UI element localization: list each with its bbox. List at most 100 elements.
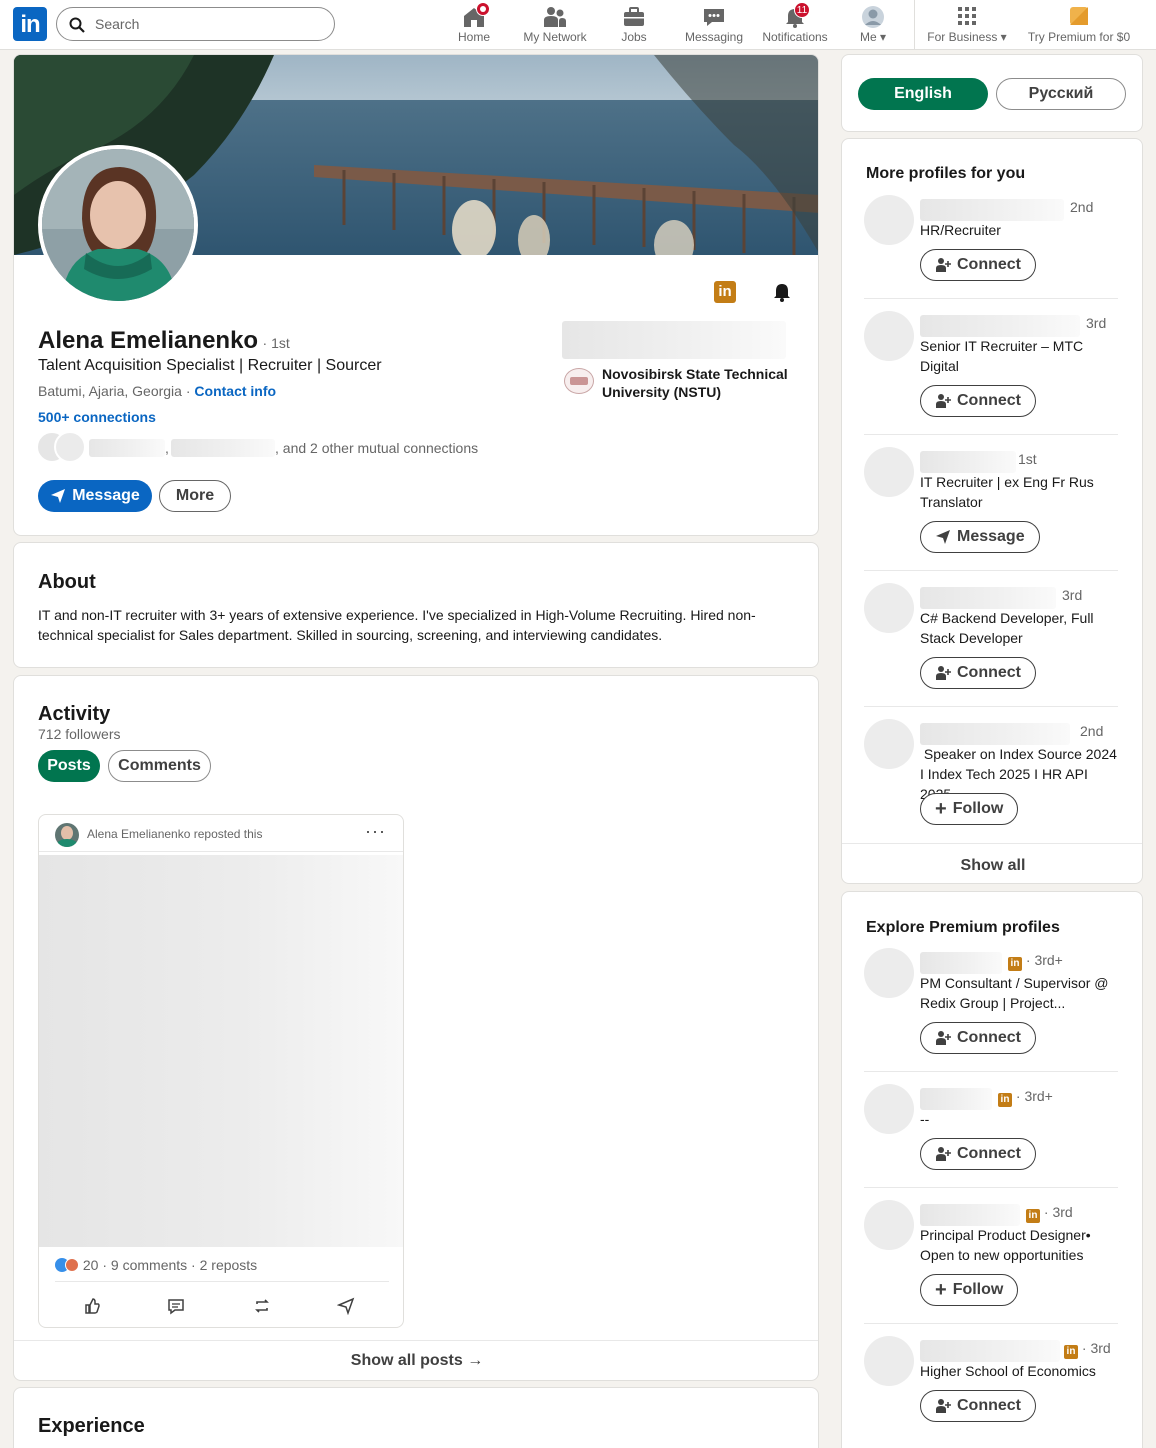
add-person-icon xyxy=(936,258,951,272)
tab-comments[interactable]: Comments xyxy=(108,750,211,782)
show-all-link[interactable]: Show all xyxy=(842,857,1142,875)
location-row: Batumi, Ajaria, Georgia · Contact info xyxy=(38,383,277,399)
notifications-badge: 11 xyxy=(794,2,810,18)
nav-label: For Business ▾ xyxy=(927,30,1007,44)
language-russian-button[interactable]: Русский xyxy=(996,78,1126,110)
premium-profile[interactable]: in · 3rd Principal Product Designer• Ope… xyxy=(864,1200,1118,1310)
profile-suggestion[interactable]: 3rd C# Backend Developer, Full Stack Dev… xyxy=(864,583,1118,693)
tab-posts-label: Posts xyxy=(47,757,91,774)
search-icon xyxy=(69,17,85,33)
add-person-icon xyxy=(936,1147,951,1161)
add-person-icon xyxy=(936,666,951,680)
nav-label: Messaging xyxy=(684,30,744,44)
nav-my-network[interactable]: My Network xyxy=(518,0,592,50)
connections-link[interactable]: 500+ connections xyxy=(38,409,156,425)
about-text: IT and non-IT recruiter with 3+ years of… xyxy=(38,607,756,643)
show-all-posts-link[interactable]: Show all posts → xyxy=(14,1352,818,1370)
caret-down-icon: ▾ xyxy=(1000,30,1007,44)
nav-label: Try Premium for $0 xyxy=(1027,30,1131,44)
nav-home[interactable]: Home xyxy=(448,0,500,50)
follow-button[interactable]: + Follow xyxy=(920,1274,1019,1306)
more-button[interactable]: More xyxy=(159,480,231,512)
message-button[interactable]: Message xyxy=(38,480,152,512)
redacted-name xyxy=(920,1340,1060,1362)
nav-me[interactable]: Me ▾ xyxy=(852,0,894,50)
top-nav: in Home My Network Jobs Messaging 11 Not… xyxy=(0,0,1156,50)
premium-profile[interactable]: in · 3rd Higher School of Economics Conn… xyxy=(864,1336,1118,1426)
search-input[interactable] xyxy=(95,14,325,34)
headline: HR/Recruiter xyxy=(920,222,1001,238)
connect-button[interactable]: Connect xyxy=(920,657,1036,689)
linkedin-logo[interactable]: in xyxy=(13,7,47,41)
degree: 2nd xyxy=(1080,723,1104,739)
profile-location: Batumi, Ajaria, Georgia xyxy=(38,383,182,399)
like-icon[interactable] xyxy=(83,1297,101,1315)
post-card[interactable]: Alena Emelianenko reposted this ··· 20 ·… xyxy=(38,814,404,1328)
connect-button[interactable]: Connect xyxy=(920,1390,1036,1422)
profile-photo xyxy=(42,149,194,301)
nav-label: Me ▾ xyxy=(859,30,887,44)
mutual-connections-text[interactable]: , and 2 other mutual connections xyxy=(275,440,478,456)
search-bar[interactable] xyxy=(56,7,335,41)
experience-title: Experience xyxy=(38,1415,145,1437)
connect-button[interactable]: Connect xyxy=(920,385,1036,417)
send-icon xyxy=(51,489,66,503)
nav-notifications[interactable]: 11 Notifications xyxy=(758,0,832,50)
nav-label: Notifications xyxy=(762,30,828,44)
button-label: Connect xyxy=(957,1029,1021,1046)
headline: Principal Product Designer• Open to new … xyxy=(920,1227,1091,1263)
profile-suggestion[interactable]: 1st IT Recruiter | ex Eng Fr Rus Transla… xyxy=(864,447,1118,557)
avatar xyxy=(864,311,914,361)
nav-messaging[interactable]: Messaging xyxy=(682,0,746,50)
headline: PM Consultant / Supervisor @ Redix Group… xyxy=(920,975,1109,1011)
premium-profile[interactable]: in · 3rd+ -- Connect xyxy=(864,1084,1118,1174)
nav-label: Jobs xyxy=(621,30,647,44)
bell-icon[interactable] xyxy=(771,281,793,303)
profile-suggestion[interactable]: 3rd Senior IT Recruiter – MTC Digital Co… xyxy=(864,311,1118,421)
activity-footer-divider xyxy=(14,1340,818,1341)
post-header-text: Alena Emelianenko reposted this xyxy=(87,827,263,841)
message-button[interactable]: Message xyxy=(920,521,1040,553)
redacted-name xyxy=(920,587,1056,609)
comment-icon[interactable] xyxy=(167,1297,185,1315)
contact-info-link[interactable]: Contact info xyxy=(194,383,276,399)
connect-button[interactable]: Connect xyxy=(920,1022,1036,1054)
send-icon xyxy=(936,530,950,544)
premium-profile[interactable]: in · 3rd+ PM Consultant / Supervisor @ R… xyxy=(864,948,1118,1058)
post-avatar xyxy=(55,823,79,847)
russian-label: Русский xyxy=(1028,85,1094,102)
premium-profiles-title: Explore Premium profiles xyxy=(866,919,1060,936)
post-actions-divider xyxy=(55,1281,389,1282)
profile-suggestion[interactable]: 2nd HR/Recruiter Connect xyxy=(864,195,1118,285)
follow-button[interactable]: + Follow xyxy=(920,793,1019,825)
arrow-right-icon: → xyxy=(467,1352,484,1369)
send-icon[interactable] xyxy=(337,1297,355,1315)
connect-button[interactable]: Connect xyxy=(920,1138,1036,1170)
love-reaction-icon xyxy=(65,1258,79,1272)
premium-badge-button[interactable]: in xyxy=(714,281,736,303)
more-profiles-title: More profiles for you xyxy=(866,165,1026,182)
profile-name: Alena Emelianenko xyxy=(38,327,259,354)
add-person-icon xyxy=(936,1031,951,1045)
tab-posts[interactable]: Posts xyxy=(38,750,100,782)
show-all-posts-label: Show all posts xyxy=(350,1352,463,1369)
repost-icon[interactable] xyxy=(253,1297,271,1315)
button-label: Follow xyxy=(952,1281,1004,1298)
grid-icon xyxy=(958,7,976,25)
nav-try-premium[interactable]: Try Premium for $0 xyxy=(1026,0,1132,50)
premium-in-icon: in xyxy=(1008,957,1022,971)
post-options-icon[interactable]: ··· xyxy=(365,821,386,842)
profile-suggestion[interactable]: 2nd Speaker on Index Source 2024 I Index… xyxy=(864,719,1118,829)
school-name[interactable]: Novosibirsk State Technical University (… xyxy=(602,365,792,401)
divider xyxy=(864,1187,1118,1188)
profile-avatar[interactable] xyxy=(38,145,198,305)
nav-jobs[interactable]: Jobs xyxy=(610,0,658,50)
avatar xyxy=(864,583,914,633)
degree: · 3rd+ xyxy=(1015,1088,1053,1104)
headline: -- xyxy=(920,1111,930,1127)
post-social-counts[interactable]: 20 · 9 comments · 2 reposts xyxy=(55,1257,257,1273)
language-english-button[interactable]: English xyxy=(858,78,988,110)
nav-label: Home xyxy=(457,30,490,44)
nav-for-business[interactable]: For Business ▾ xyxy=(922,0,1012,50)
connect-button[interactable]: Connect xyxy=(920,249,1036,281)
